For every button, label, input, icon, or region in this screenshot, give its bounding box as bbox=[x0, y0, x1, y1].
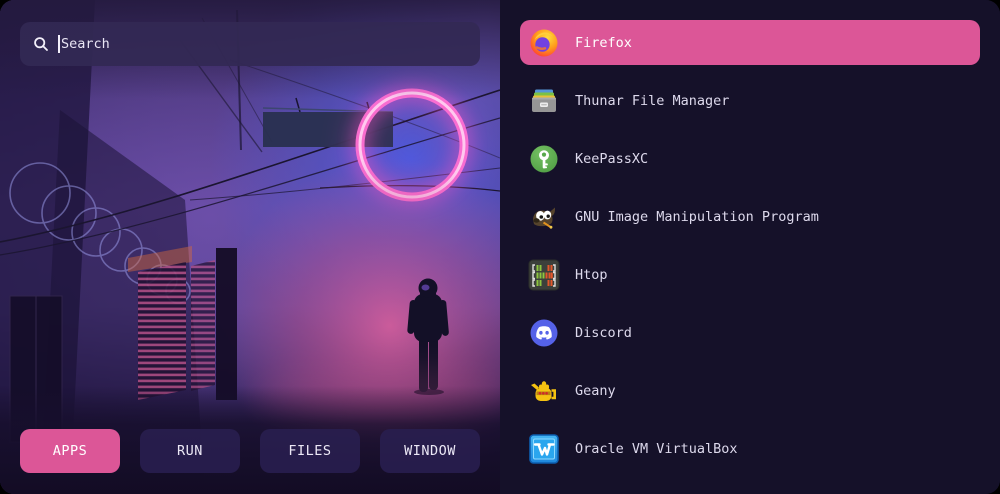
thunar-icon bbox=[528, 85, 560, 117]
app-label: Discord bbox=[575, 325, 632, 341]
mode-tabs: APPS RUN FILES WINDOW bbox=[20, 429, 480, 473]
search-input[interactable] bbox=[61, 36, 467, 52]
app-row-htop[interactable]: Htop bbox=[520, 252, 980, 297]
app-row-geany[interactable]: Geany bbox=[520, 368, 980, 413]
wallpaper-neon-alley bbox=[0, 0, 500, 494]
discord-icon bbox=[528, 317, 560, 349]
app-row-keepassxc[interactable]: KeePassXC bbox=[520, 136, 980, 181]
firefox-icon bbox=[528, 27, 560, 59]
app-label: GNU Image Manipulation Program bbox=[575, 209, 819, 225]
tab-files[interactable]: FILES bbox=[260, 429, 360, 473]
htop-icon bbox=[528, 259, 560, 291]
app-launcher-window: APPS RUN FILES WINDOW bbox=[0, 0, 1000, 494]
left-pane: APPS RUN FILES WINDOW bbox=[0, 0, 500, 494]
app-row-discord[interactable]: Discord bbox=[520, 310, 980, 355]
virtualbox-icon bbox=[528, 433, 560, 465]
tab-apps[interactable]: APPS bbox=[20, 429, 120, 473]
app-list: Firefox Thunar File Manager bbox=[500, 0, 1000, 494]
tab-window[interactable]: WINDOW bbox=[380, 429, 480, 473]
app-label: KeePassXC bbox=[575, 151, 648, 167]
tab-run[interactable]: RUN bbox=[140, 429, 240, 473]
search-bar[interactable] bbox=[20, 22, 480, 66]
app-row-thunar[interactable]: Thunar File Manager bbox=[520, 78, 980, 123]
search-icon bbox=[33, 36, 49, 52]
app-label: Htop bbox=[575, 267, 608, 283]
text-caret bbox=[58, 35, 60, 53]
geany-icon bbox=[528, 375, 560, 407]
keepassxc-icon bbox=[528, 143, 560, 175]
app-label: Firefox bbox=[575, 35, 632, 51]
app-row-gimp[interactable]: GNU Image Manipulation Program bbox=[520, 194, 980, 239]
app-label: Oracle VM VirtualBox bbox=[575, 441, 738, 457]
app-row-virtualbox[interactable]: Oracle VM VirtualBox bbox=[520, 426, 980, 471]
app-label: Geany bbox=[575, 383, 616, 399]
app-row-firefox[interactable]: Firefox bbox=[520, 20, 980, 65]
gimp-icon bbox=[528, 201, 560, 233]
app-label: Thunar File Manager bbox=[575, 93, 729, 109]
